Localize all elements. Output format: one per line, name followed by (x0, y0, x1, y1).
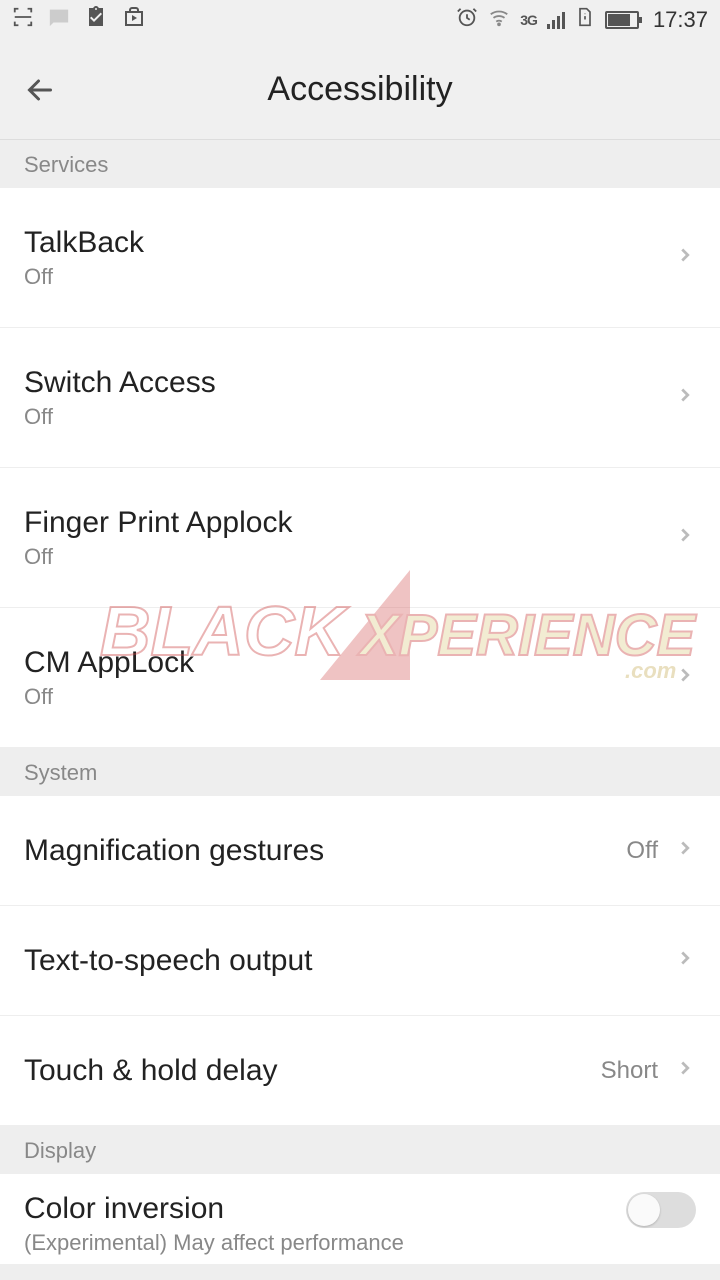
row-fingerprint-applock[interactable]: Finger Print Applock Off (0, 468, 720, 608)
chevron-right-icon (674, 947, 696, 974)
chevron-right-icon (674, 1057, 696, 1084)
row-sub: Off (24, 264, 674, 290)
chevron-right-icon (674, 524, 696, 551)
system-list: Magnification gestures Off Text-to-speec… (0, 796, 720, 1126)
status-bar: 3G 17:37 (0, 0, 720, 40)
task-icon (84, 5, 108, 35)
row-color-inversion[interactable]: Color inversion (Experimental) May affec… (0, 1174, 720, 1264)
row-title: Color inversion (24, 1192, 626, 1226)
row-sub: Off (24, 684, 674, 710)
wifi-icon (488, 6, 510, 34)
row-title: Magnification gestures (24, 834, 626, 868)
chevron-right-icon (674, 664, 696, 691)
row-value: Off (626, 837, 658, 865)
row-magnification[interactable]: Magnification gestures Off (0, 796, 720, 906)
row-talkback[interactable]: TalkBack Off (0, 188, 720, 328)
section-header-system: System (0, 748, 720, 796)
row-switch-access[interactable]: Switch Access Off (0, 328, 720, 468)
back-button[interactable] (0, 40, 80, 139)
signal-icon (547, 11, 565, 29)
section-header-services: Services (0, 140, 720, 188)
section-header-display: Display (0, 1126, 720, 1174)
row-cm-applock[interactable]: CM AppLock Off (0, 608, 720, 748)
chevron-right-icon (674, 837, 696, 864)
row-title: Text-to-speech output (24, 944, 674, 978)
row-title: TalkBack (24, 226, 674, 260)
chevron-right-icon (674, 384, 696, 411)
row-sub: Off (24, 404, 674, 430)
row-sub: (Experimental) May affect performance (24, 1230, 626, 1256)
status-right: 3G 17:37 (456, 6, 708, 34)
message-icon (48, 6, 70, 34)
row-title: Switch Access (24, 366, 674, 400)
row-tts-output[interactable]: Text-to-speech output (0, 906, 720, 1016)
row-title: Finger Print Applock (24, 506, 674, 540)
scan-icon (12, 6, 34, 34)
sim-icon (575, 6, 595, 34)
color-inversion-toggle[interactable] (626, 1192, 696, 1228)
row-touch-hold-delay[interactable]: Touch & hold delay Short (0, 1016, 720, 1126)
page-title: Accessibility (0, 70, 720, 109)
row-title: Touch & hold delay (24, 1054, 601, 1088)
services-list: TalkBack Off Switch Access Off Finger Pr… (0, 188, 720, 748)
network-type: 3G (520, 12, 537, 28)
battery-icon (605, 11, 639, 29)
app-header: Accessibility (0, 40, 720, 140)
status-left (12, 5, 146, 35)
alarm-icon (456, 6, 478, 34)
display-list: Color inversion (Experimental) May affec… (0, 1174, 720, 1264)
row-sub: Off (24, 544, 674, 570)
row-value: Short (601, 1057, 658, 1085)
status-clock: 17:37 (653, 7, 708, 33)
chevron-right-icon (674, 244, 696, 271)
row-title: CM AppLock (24, 646, 674, 680)
play-store-icon (122, 5, 146, 35)
